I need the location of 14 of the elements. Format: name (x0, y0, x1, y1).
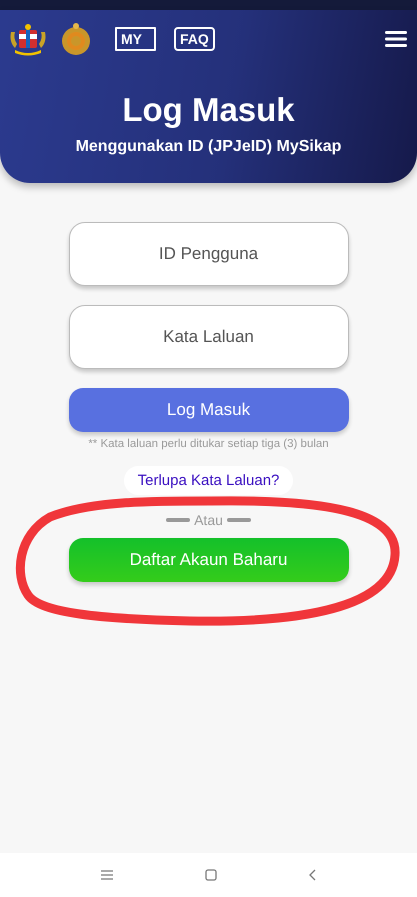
input-field[interactable]: Kata Laluan (68, 305, 348, 369)
menu-icon[interactable] (385, 30, 407, 48)
emblem-icon (59, 22, 93, 56)
page-subtitle: Menggunakan ID (JPJeID) MySikap (76, 138, 342, 156)
page-title: Log Masuk (122, 90, 295, 130)
password-note: ** Kata laluan perlu ditukar setiap tiga (3) bulan (88, 438, 329, 450)
my-logo[interactable]: MY (115, 27, 156, 51)
divider-label: Atau (194, 512, 223, 528)
input-field[interactable]: ID Pengguna (68, 222, 348, 286)
faq-logo[interactable]: FAQ (174, 27, 215, 51)
home-icon[interactable] (204, 869, 216, 881)
forgot-password-link[interactable]: Terlupa Kata Laluan? (124, 466, 294, 495)
login-button[interactable]: Log Masuk (68, 388, 348, 432)
back-icon[interactable] (308, 869, 316, 881)
